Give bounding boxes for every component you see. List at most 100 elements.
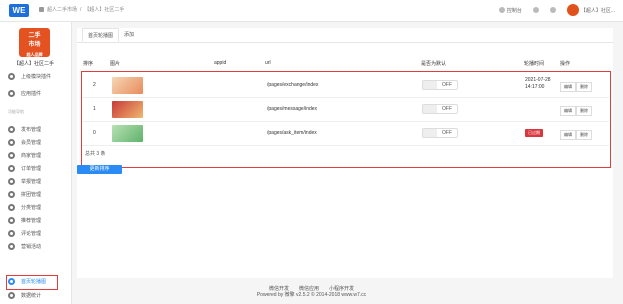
powered-by: Powered by 微擎 v2.5.2 © 2014-2018 www.w7.…: [256, 292, 367, 298]
edit-button[interactable]: 编辑: [560, 106, 576, 116]
sidebar-item-label: 分类管理: [21, 205, 42, 211]
sidebar-item-label: 发布管理: [21, 127, 42, 133]
col-url: url: [265, 60, 271, 66]
delete-button[interactable]: 删除: [576, 82, 592, 92]
cell-url: /pages/message/index: [267, 106, 318, 112]
edit-button[interactable]: 编辑: [560, 82, 576, 92]
sidebar-item-orders[interactable]: 订单管理: [8, 165, 41, 172]
cell-time-clock: 14:17:00: [525, 84, 545, 90]
toggle-label: OFF: [442, 130, 452, 136]
sidebar-item-label: 应用插件: [21, 91, 42, 97]
col-time: 轮播时间: [524, 61, 545, 67]
sidebar-item-marketing[interactable]: 营销活动: [8, 243, 41, 250]
gear-icon: [8, 178, 15, 185]
breadcrumb: 超人二手市场 / 【超人】社区二手: [39, 6, 124, 13]
cell-url: /pages/ask_item/index: [267, 130, 317, 136]
tab-carousel[interactable]: 首页轮播图: [82, 28, 120, 42]
sidebar-item-label: 评论管理: [21, 231, 42, 237]
sidebar-section-title: 功能导航: [8, 109, 24, 114]
sidebar-item-categories[interactable]: 分类管理: [8, 204, 41, 211]
toggle-label: OFF: [442, 82, 452, 88]
tabs: 首页轮播图 添加: [77, 28, 613, 43]
cell-order: 0: [93, 130, 96, 136]
breadcrumb-module[interactable]: 【超人】社区二手: [84, 6, 124, 13]
notification-menu[interactable]: [532, 7, 539, 13]
sidebar-item-label: 营销活动: [21, 244, 42, 250]
account-menu[interactable]: 【超人】社区...: [566, 4, 615, 16]
console-label: 控制台: [506, 7, 522, 14]
main-panel: 首页轮播图 添加 排序 图片 appid url 是否为默认 轮播时间 操作 2…: [77, 28, 613, 278]
gear-icon: [8, 230, 15, 237]
sidebar-item-label: 拼团管理: [21, 192, 42, 198]
table-row: 2 /pages/exchange/index OFF 2021-07-28 1…: [82, 74, 609, 98]
sidebar-item-posts[interactable]: 发布管理: [8, 126, 41, 133]
sidebar-item-recommend[interactable]: 推荐管理: [8, 217, 41, 224]
sidebar-item-comments[interactable]: 评论管理: [8, 230, 41, 237]
col-order: 排序: [83, 61, 94, 67]
gear-icon: [8, 243, 15, 250]
delete-button[interactable]: 删除: [576, 106, 592, 116]
brand-logo[interactable]: WE: [9, 4, 29, 17]
col-appid: appid: [214, 60, 227, 66]
expired-badge: 已过期: [525, 129, 543, 137]
home-icon[interactable]: [39, 7, 44, 12]
gear-icon: [8, 191, 15, 198]
console-link[interactable]: 控制台: [498, 7, 522, 14]
plugin-icon: [8, 73, 15, 80]
gear-icon: [8, 217, 15, 224]
sidebar-item-label: 商家管理: [21, 153, 42, 159]
cell-url: /pages/exchange/index: [267, 82, 319, 88]
col-default: 是否为默认: [421, 61, 447, 67]
user-menu[interactable]: [549, 7, 556, 13]
gear-icon: [8, 126, 15, 133]
default-toggle[interactable]: OFF: [422, 80, 458, 90]
sidebar-item-upstream[interactable]: 上级模块插件: [8, 73, 51, 80]
table-row: 0 /pages/ask_item/index OFF 已过期 编辑 删除: [82, 122, 609, 146]
cell-time-date: 2021-07-28: [525, 77, 551, 83]
edit-button[interactable]: 编辑: [560, 130, 576, 140]
topbar-right: 控制台 【超人】社区...: [498, 4, 615, 16]
page-footer: 微信开发 微信应用 小程序开发 Powered by 微擎 v2.5.2 © 2…: [0, 286, 623, 298]
sidebar-item-members[interactable]: 会员管理: [8, 139, 41, 146]
toggle-label: OFF: [442, 106, 452, 112]
delete-button[interactable]: 删除: [576, 130, 592, 140]
sidebar-item-label: 会员管理: [21, 140, 42, 146]
sidebar-item-label: 举报管理: [21, 179, 42, 185]
gear-icon: [8, 152, 15, 159]
col-image: 图片: [110, 61, 121, 67]
shop-name: 【超人】社区二手: [14, 61, 55, 67]
cell-order: 1: [93, 106, 96, 112]
sidebar-item-label: 订单管理: [21, 166, 42, 172]
col-actions: 操作: [560, 61, 571, 67]
sidebar-item-reports[interactable]: 举报管理: [8, 178, 41, 185]
total-count: 总共 3 条: [85, 151, 106, 157]
sidebar-item-groupbuy[interactable]: 拼团管理: [8, 191, 41, 198]
table-body: 2 /pages/exchange/index OFF 2021-07-28 1…: [81, 71, 611, 168]
sidebar-item-label: 上级模块插件: [21, 74, 52, 80]
top-bar: WE 超人二手市场 / 【超人】社区二手 控制台 【超人】社区...: [0, 0, 623, 22]
avatar: [566, 4, 579, 16]
cell-order: 2: [93, 82, 96, 88]
banner-thumbnail: [112, 77, 143, 94]
default-toggle[interactable]: OFF: [422, 104, 458, 114]
banner-thumbnail: [112, 101, 143, 118]
plus-icon: [8, 90, 15, 97]
default-toggle[interactable]: OFF: [422, 128, 458, 138]
shop-logo: 二手 市场 超人品牌: [19, 28, 50, 57]
user-icon: [549, 7, 556, 13]
table-row: 1 /pages/message/index OFF 编辑 删除: [82, 98, 609, 122]
sidebar-item-label: 推荐管理: [21, 218, 42, 224]
banner-thumbnail: [112, 125, 143, 142]
breadcrumb-sep: /: [80, 6, 82, 13]
breadcrumb-app[interactable]: 超人二手市场: [47, 6, 77, 13]
gear-icon: [8, 165, 15, 172]
sidebar-item-apps[interactable]: 应用插件: [8, 90, 41, 97]
table-header: 排序 图片 appid url 是否为默认 轮播时间 操作: [77, 58, 613, 68]
bell-icon: [532, 7, 539, 13]
sidebar-item-merchants[interactable]: 商家管理: [8, 152, 41, 159]
gear-icon: [8, 139, 15, 146]
sidebar: 二手 市场 超人品牌 【超人】社区二手 上级模块插件 应用插件 功能导航 发布管理 …: [0, 22, 72, 304]
tab-add[interactable]: 添加: [119, 28, 139, 42]
update-order-button[interactable]: 更新排序: [77, 165, 122, 174]
console-icon: [498, 7, 505, 13]
